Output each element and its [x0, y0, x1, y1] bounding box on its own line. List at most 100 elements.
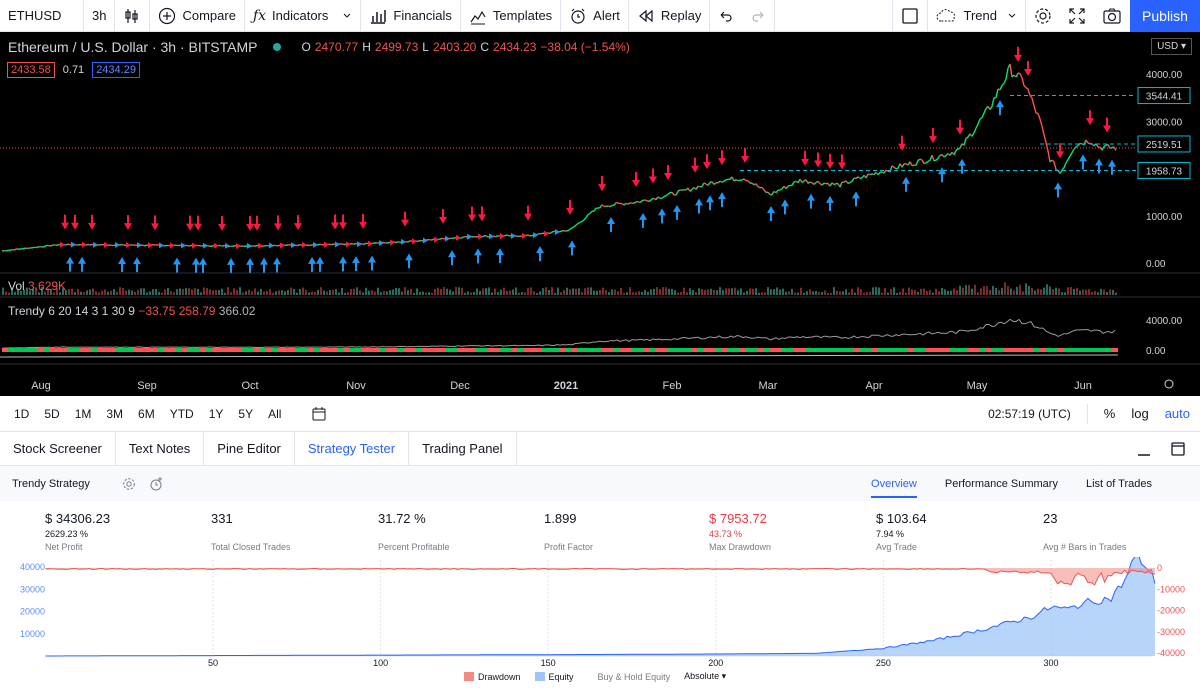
indicator-band [1106, 348, 1112, 352]
volume-bar [86, 290, 88, 295]
sell-price-button[interactable]: 2433.58 [7, 62, 55, 78]
trade-marker [159, 242, 164, 248]
settings-button[interactable] [1026, 0, 1060, 32]
indicator-band [1034, 348, 1040, 352]
indicator-line [1037, 327, 1040, 328]
equity-chart[interactable]: 50100150200250300400003000020000100000-1… [0, 557, 1200, 685]
price-segment [528, 235, 530, 236]
price-segment [902, 164, 904, 167]
compare-button[interactable]: Compare [150, 0, 244, 32]
view-overview[interactable]: Overview [871, 478, 917, 498]
trend-button[interactable]: Trend [928, 0, 1026, 32]
snapshot-button[interactable] [1094, 0, 1130, 32]
symbol-search[interactable]: ETHUSD [0, 0, 84, 32]
view-performance-summary[interactable]: Performance Summary [945, 478, 1058, 490]
price-segment [570, 228, 572, 229]
timeframe-6m[interactable]: 6M [133, 407, 160, 421]
volume-bar [692, 290, 694, 295]
timeframe-ytd[interactable]: YTD [165, 407, 199, 421]
buy-price-button[interactable]: 2434.29 [92, 62, 140, 78]
tab-stock-screener[interactable]: Stock Screener [0, 432, 116, 465]
timeframe-1d[interactable]: 1D [9, 407, 34, 421]
timeframe-1y[interactable]: 1Y [204, 407, 229, 421]
price-segment [610, 205, 612, 206]
indicator-line [1052, 334, 1055, 335]
volume-bar [278, 290, 280, 295]
timeframe-1m[interactable]: 1M [70, 407, 97, 421]
timeframe-5d[interactable]: 5D [39, 407, 64, 421]
currency-selector[interactable]: USD ▾ [1151, 38, 1192, 55]
chart-type-button[interactable] [115, 0, 150, 32]
indicator-line [656, 339, 659, 340]
currency-label: USD [1157, 41, 1178, 52]
trade-marker [82, 242, 87, 248]
price-chart[interactable]: 4000.003000.002000.001000.000.004000.000… [0, 32, 1200, 396]
price-segment [702, 183, 704, 187]
timeframe-3m[interactable]: 3M [101, 407, 128, 421]
tab-trading-panel[interactable]: Trading Panel [409, 432, 516, 465]
layout-button[interactable] [892, 0, 928, 32]
indicator-line [590, 342, 593, 343]
minimize-icon[interactable] [1136, 441, 1152, 457]
interval-button[interactable]: 3h [84, 0, 115, 32]
clock[interactable]: 02:57:19 (UTC) [988, 407, 1071, 421]
replay-button[interactable]: Replay [629, 0, 710, 32]
volume-bar [770, 289, 772, 295]
mode-dropdown[interactable]: Absolute ▾ [684, 671, 726, 682]
tab-pine-editor[interactable]: Pine Editor [204, 432, 295, 465]
volume-bar [422, 292, 424, 295]
alert-button[interactable]: Alert [561, 0, 629, 32]
price-segment [1038, 113, 1040, 119]
volume-bar [593, 291, 595, 295]
volume-bar [98, 292, 100, 295]
undo-button[interactable] [710, 0, 742, 32]
legend-drawdown[interactable]: Drawdown [464, 672, 521, 682]
trade-marker [247, 243, 252, 249]
auto-scale-toggle[interactable]: auto [1165, 406, 1190, 421]
price-segment [924, 163, 926, 164]
legend-buyhold[interactable]: Buy & Hold Equity [598, 672, 671, 682]
financials-button[interactable]: Financials [361, 0, 461, 32]
sell-signal-arrow [468, 207, 476, 222]
volume-bar [416, 288, 418, 295]
templates-button[interactable]: Templates [461, 0, 561, 32]
indicator-line [608, 341, 611, 342]
fullscreen-button[interactable] [1060, 0, 1094, 32]
redo-icon [750, 8, 766, 24]
add-alert-icon[interactable] [148, 476, 164, 492]
timeframe-5y[interactable]: 5Y [233, 407, 258, 421]
calendar-range-icon[interactable] [311, 406, 327, 422]
volume-bar [146, 292, 148, 295]
volume-bar [881, 293, 883, 295]
price-segment [440, 238, 442, 239]
publish-button[interactable]: Publish [1130, 0, 1200, 32]
strategy-name[interactable]: Trendy Strategy [0, 478, 90, 490]
indicators-button[interactable]: ƒx Indicators [245, 0, 361, 32]
tab-text-notes[interactable]: Text Notes [116, 432, 204, 465]
percent-scale-toggle[interactable]: % [1104, 406, 1116, 421]
volume-bar [647, 292, 649, 295]
chart-canvas[interactable]: 4000.003000.002000.001000.000.004000.000… [0, 32, 1200, 396]
volume-bar [446, 289, 448, 295]
tab-strategy-tester[interactable]: Strategy Tester [295, 432, 409, 465]
volume-bar [980, 288, 982, 295]
trade-marker [236, 243, 241, 249]
redo-button[interactable] [742, 0, 775, 32]
price-segment [788, 185, 790, 186]
trade-marker [280, 242, 285, 248]
log-scale-toggle[interactable]: log [1131, 406, 1148, 421]
symbol-label: ETHUSD [8, 8, 61, 23]
settings-gear-icon[interactable] [122, 477, 136, 491]
indicator-line [776, 338, 779, 340]
volume-bar [314, 292, 316, 295]
chevron-down-icon [342, 11, 352, 21]
volume-bar [455, 287, 457, 295]
trade-marker [291, 242, 296, 248]
indicator-band [8, 348, 14, 352]
timeframe-all[interactable]: All [263, 407, 286, 421]
equity-canvas[interactable]: 50100150200250300400003000020000100000-1… [0, 557, 1200, 685]
maximize-icon[interactable] [1170, 441, 1186, 457]
legend-equity[interactable]: Equity [535, 672, 574, 682]
view-list-of-trades[interactable]: List of Trades [1086, 478, 1152, 490]
buy-signal-arrow [536, 246, 544, 261]
